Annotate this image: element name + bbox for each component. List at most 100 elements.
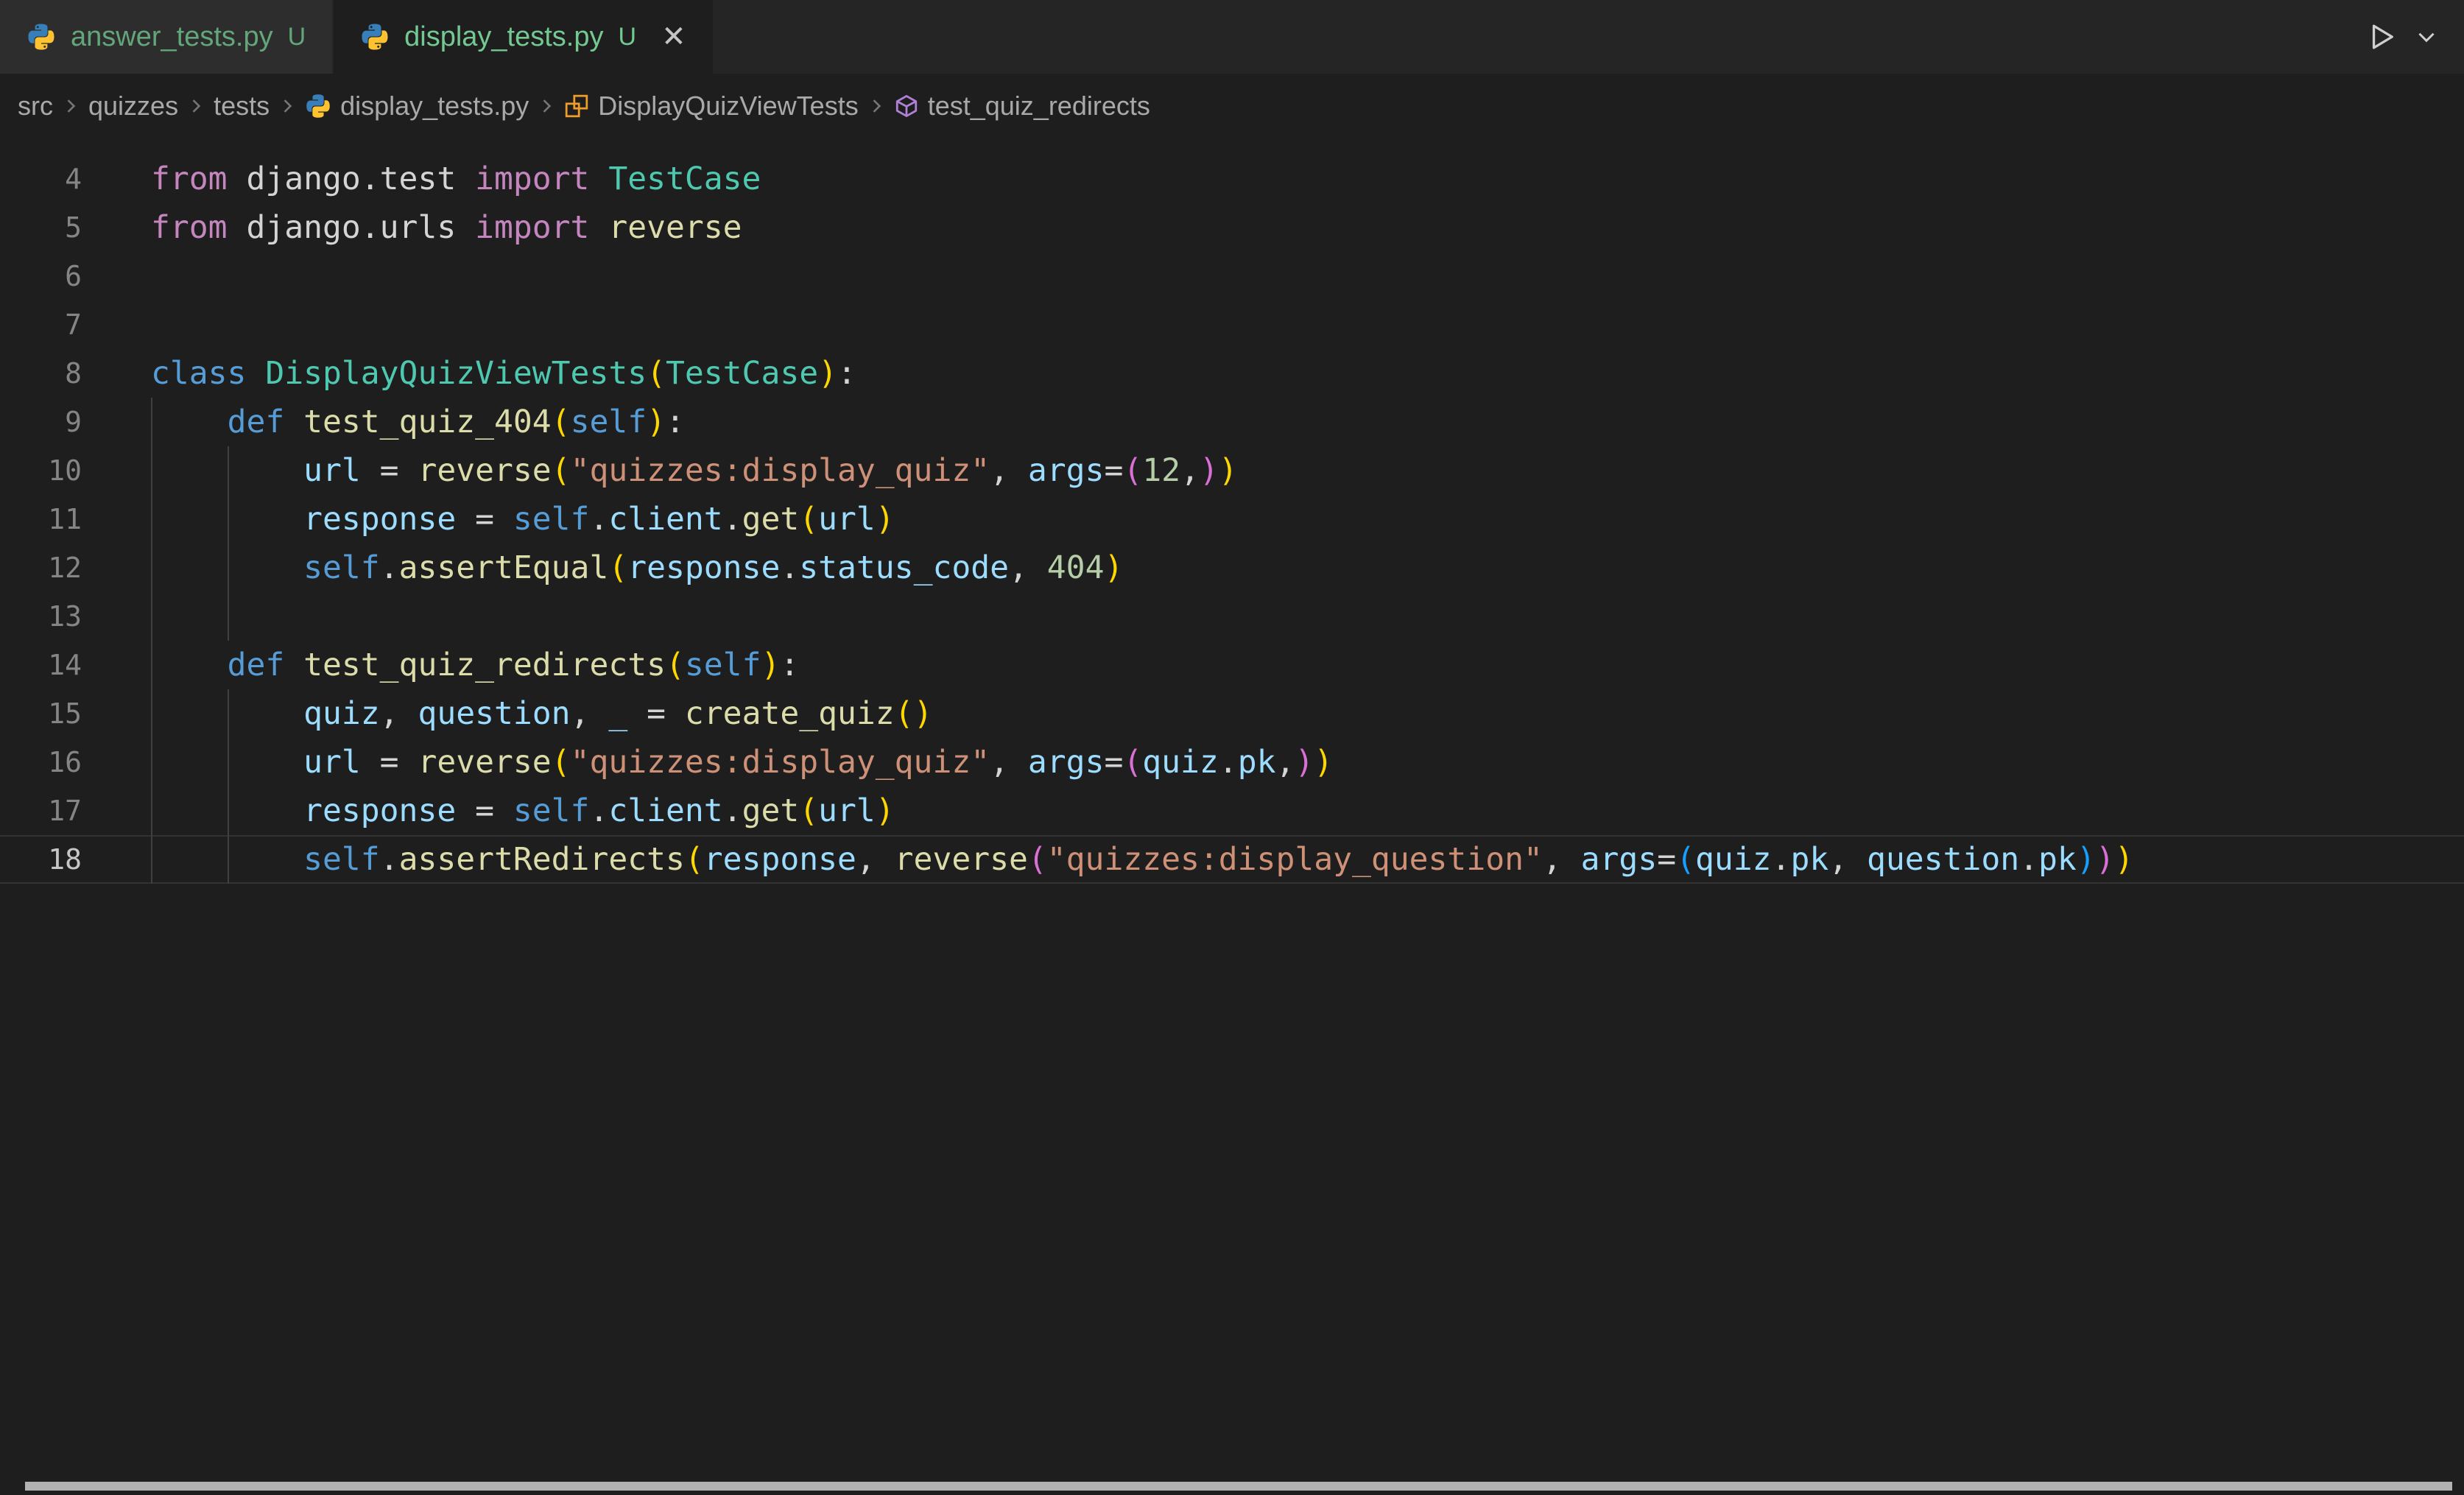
line-number[interactable]: 4: [0, 155, 110, 203]
editor-actions: [2361, 0, 2464, 74]
code-line-row[interactable]: 10 url = reverse("quizzes:display_quiz",…: [0, 446, 2464, 495]
symbol-class-icon: [564, 94, 589, 119]
line-number[interactable]: 5: [0, 203, 110, 252]
line-number[interactable]: 16: [0, 738, 110, 787]
code-line: url = reverse("quizzes:display_quiz", ar…: [110, 738, 2464, 787]
python-icon: [305, 93, 331, 119]
close-icon[interactable]: ✕: [661, 22, 686, 52]
chevron-right-icon: [184, 96, 208, 116]
python-icon: [360, 22, 390, 52]
indent-guide: [151, 544, 152, 592]
indent-guide: [151, 446, 152, 495]
code-line: from django.urls import reverse: [110, 203, 2464, 252]
tab-label: display_tests.py: [404, 21, 603, 53]
code-line: url = reverse("quizzes:display_quiz", ar…: [110, 446, 2464, 495]
code-line-row[interactable]: 4from django.test import TestCase: [0, 155, 2464, 203]
code-line: self.assertEqual(response.status_code, 4…: [110, 544, 2464, 592]
line-number[interactable]: 14: [0, 641, 110, 689]
line-number[interactable]: 9: [0, 398, 110, 446]
indent-guide: [151, 398, 152, 446]
indent-guide: [151, 495, 152, 544]
line-number[interactable]: 12: [0, 544, 110, 592]
symbol-method-icon: [894, 94, 919, 119]
indent-guide: [151, 787, 152, 835]
code-line-row[interactable]: 7: [0, 300, 2464, 349]
git-untracked-badge: U: [288, 23, 306, 52]
code-line: [110, 300, 2464, 349]
line-number[interactable]: 7: [0, 300, 110, 349]
run-icon[interactable]: [2361, 16, 2402, 57]
tab-bar: answer_tests.py U display_tests.py U ✕: [0, 0, 2464, 74]
chevron-right-icon: [865, 96, 888, 116]
line-number[interactable]: 6: [0, 252, 110, 300]
chevron-right-icon: [275, 96, 299, 116]
breadcrumb-tests[interactable]: tests: [208, 91, 275, 122]
code-line-row[interactable]: 9 def test_quiz_404(self):: [0, 398, 2464, 446]
code-line-row[interactable]: 14 def test_quiz_redirects(self):: [0, 641, 2464, 689]
code-line-row[interactable]: 18 self.assertRedirects(response, revers…: [0, 835, 2464, 884]
breadcrumb-label: DisplayQuizViewTests: [598, 91, 858, 122]
line-number[interactable]: 15: [0, 689, 110, 738]
code-editor[interactable]: 4from django.test import TestCase5from d…: [0, 138, 2464, 1495]
code-line: class DisplayQuizViewTests(TestCase):: [110, 349, 2464, 398]
breadcrumb-label: display_tests.py: [340, 91, 529, 122]
code-line-row[interactable]: 13: [0, 592, 2464, 641]
code-line: [110, 252, 2464, 300]
indent-guide: [151, 641, 152, 689]
code-line-row[interactable]: 11 response = self.client.get(url): [0, 495, 2464, 544]
breadcrumb-label: quizzes: [88, 91, 178, 122]
chevron-right-icon: [535, 96, 558, 116]
code-line: response = self.client.get(url): [110, 495, 2464, 544]
breadcrumb-class-displayquizviewtests[interactable]: DisplayQuizViewTests: [558, 91, 864, 122]
code-line-row[interactable]: 6: [0, 252, 2464, 300]
line-number[interactable]: 8: [0, 349, 110, 398]
breadcrumb-label: test_quiz_redirects: [928, 91, 1150, 122]
vscode-window: answer_tests.py U display_tests.py U ✕: [0, 0, 2464, 1495]
indent-guide: [228, 544, 229, 592]
code-line-row[interactable]: 15 quiz, question, _ = create_quiz(): [0, 689, 2464, 738]
indent-guide: [228, 787, 229, 835]
breadcrumb: src quizzes tests display_tests.py: [0, 74, 2464, 138]
tab-answer-tests-py[interactable]: answer_tests.py U: [0, 0, 334, 74]
code-line-row[interactable]: 5from django.urls import reverse: [0, 203, 2464, 252]
indent-guide: [228, 689, 229, 738]
tab-display-tests-py[interactable]: display_tests.py U ✕: [334, 0, 714, 74]
chevron-right-icon: [59, 96, 82, 116]
code-line: def test_quiz_redirects(self):: [110, 641, 2464, 689]
code-line: self.assertRedirects(response, reverse("…: [110, 835, 2464, 884]
breadcrumb-src[interactable]: src: [12, 91, 59, 122]
breadcrumb-label: tests: [214, 91, 270, 122]
python-icon: [27, 22, 56, 52]
chevron-down-icon[interactable]: [2410, 20, 2443, 54]
code-line-row[interactable]: 12 self.assertEqual(response.status_code…: [0, 544, 2464, 592]
indent-guide: [151, 835, 152, 884]
line-number[interactable]: 13: [0, 592, 110, 641]
code-line: response = self.client.get(url): [110, 787, 2464, 835]
breadcrumb-quizzes[interactable]: quizzes: [82, 91, 184, 122]
line-number[interactable]: 11: [0, 495, 110, 544]
line-number[interactable]: 18: [0, 835, 110, 884]
line-number[interactable]: 10: [0, 446, 110, 495]
horizontal-scrollbar[interactable]: [25, 1482, 2452, 1491]
tab-label: answer_tests.py: [71, 21, 273, 53]
code-lines: 4from django.test import TestCase5from d…: [0, 155, 2464, 884]
breadcrumb-display-tests-py[interactable]: display_tests.py: [299, 91, 535, 122]
indent-guide: [228, 495, 229, 544]
code-line: [110, 592, 2464, 641]
breadcrumb-method-test-quiz-redirects[interactable]: test_quiz_redirects: [888, 91, 1156, 122]
indent-guide: [151, 592, 152, 641]
indent-guide: [151, 738, 152, 787]
code-line: quiz, question, _ = create_quiz(): [110, 689, 2464, 738]
git-untracked-badge: U: [619, 23, 637, 52]
code-line: from django.test import TestCase: [110, 155, 2464, 203]
indent-guide: [228, 592, 229, 641]
code-line: def test_quiz_404(self):: [110, 398, 2464, 446]
line-number[interactable]: 17: [0, 787, 110, 835]
code-line-row[interactable]: 16 url = reverse("quizzes:display_quiz",…: [0, 738, 2464, 787]
code-line-row[interactable]: 17 response = self.client.get(url): [0, 787, 2464, 835]
indent-guide: [228, 835, 229, 884]
indent-guide: [151, 689, 152, 738]
indent-guide: [228, 738, 229, 787]
code-line-row[interactable]: 8class DisplayQuizViewTests(TestCase):: [0, 349, 2464, 398]
indent-guide: [228, 446, 229, 495]
